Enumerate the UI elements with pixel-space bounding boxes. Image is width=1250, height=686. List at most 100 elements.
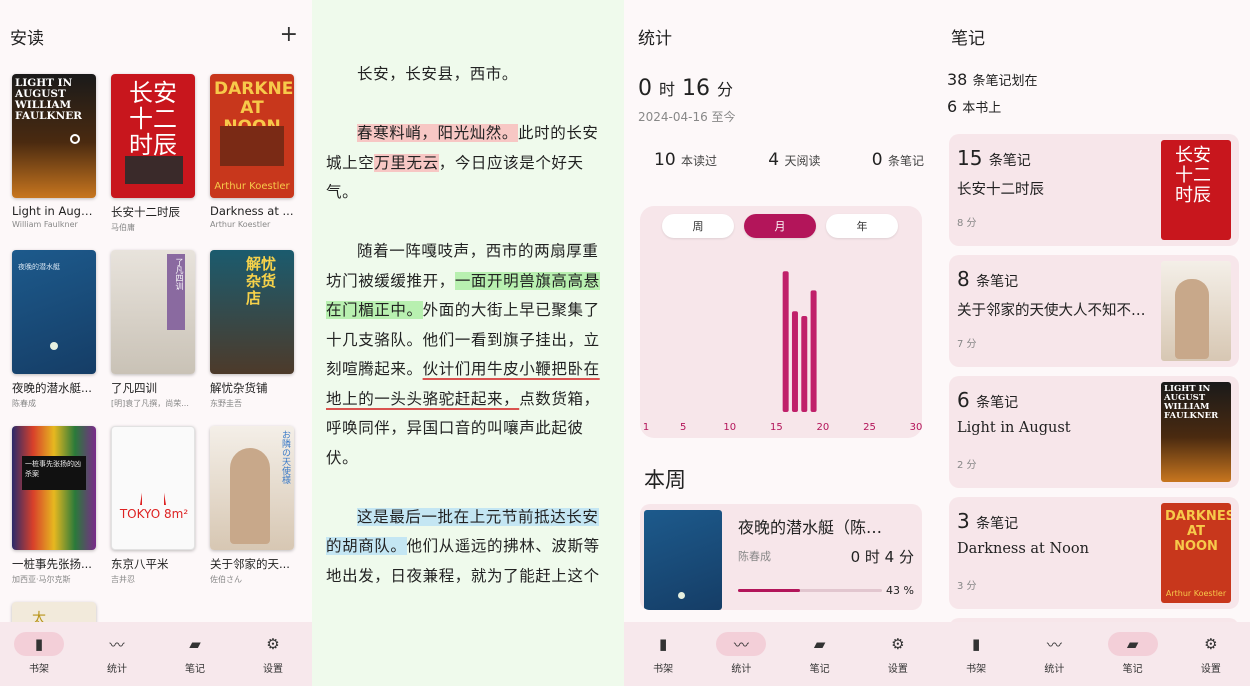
highlight-red[interactable]: 春寒料峭，阳光灿然。: [357, 124, 519, 142]
note-icon: ▰: [1107, 632, 1158, 656]
book-title: 解忧杂货铺: [210, 381, 268, 395]
week-book-card[interactable]: 夜晚的潜水艇（陈… 陈春成 0 时 4 分 43 %: [640, 504, 922, 610]
x-tick-label: 5: [680, 422, 686, 433]
reading-days-stat: 4 天阅读: [768, 150, 821, 170]
nav-settings[interactable]: ⚙ 设置: [243, 632, 303, 675]
gear-icon: ⚙: [1204, 635, 1218, 653]
chart-bar: [810, 290, 817, 412]
notes-screen: 笔记 38 条笔记划在 6 本书上 15 条笔记 长安十二时辰 8 分 长安十二…: [937, 0, 1250, 686]
week-book-title: 夜晚的潜水艇（陈…: [738, 518, 883, 537]
book-title: Darkness at ...: [210, 204, 294, 218]
book-card[interactable]: お隣の天使様 关于邻家的天... 佐伯さん: [210, 426, 296, 585]
book-cover: お隣の天使様: [210, 426, 294, 550]
x-tick-label: 10: [723, 422, 736, 433]
paragraph: 长安，长安县，西市。: [357, 65, 519, 83]
x-tick-label: 15: [770, 422, 783, 433]
nav-stats[interactable]: 〰统计: [711, 632, 771, 675]
nav-stats[interactable]: 〰统计: [87, 632, 147, 676]
book-card[interactable]: LIGHT IN AUGUST WILLIAM FAULKNER Light i…: [12, 74, 98, 229]
highlight-red[interactable]: 万里无云: [374, 153, 439, 172]
chart-bar: [782, 271, 789, 412]
book-cover: LIGHT IN AUGUST WILLIAM FAULKNER: [1161, 382, 1231, 482]
note-book-card[interactable]: 3 条笔记 Darkness at Noon 3 分 DARKNESS AT N…: [949, 497, 1239, 609]
x-tick-label: 20: [817, 422, 830, 433]
note-icon: ▰: [813, 635, 826, 653]
book-author: William Faulkner: [12, 220, 78, 229]
book-card[interactable]: DARKNESS AT NOON Arthur Koestler Darknes…: [210, 74, 296, 229]
book-icon: ▮: [971, 635, 981, 653]
add-book-button[interactable]: +: [280, 22, 298, 47]
book-author: 马伯庸: [111, 223, 135, 232]
note-book-card[interactable]: 8 条笔记 关于邻家的天使大人不知不觉… 7 分: [949, 255, 1239, 367]
book-card[interactable]: 夜晚的潜水艇 夜晚的潜水艇... 陈春成: [12, 250, 98, 409]
paragraph: 这是最后一批在上元节前抵达长安的胡商队。他们从遥远的拂林、波斯等地出发，日夜兼程…: [326, 507, 600, 585]
book-author: Arthur Koestler: [210, 220, 271, 229]
chart-bar: [801, 316, 808, 412]
book-title: 了凡四训: [111, 381, 157, 395]
book-title: 东京八平米: [111, 557, 169, 571]
progress-label: 43 %: [886, 584, 914, 597]
this-week-heading: 本周: [644, 468, 686, 492]
book-card[interactable]: TOKYO 8m² 东京八平米 吉井忍: [111, 426, 197, 585]
nav-settings[interactable]: ⚙ 设置: [1181, 632, 1241, 675]
x-tick-label: 25: [863, 422, 876, 433]
book-title: 关于邻家的天...: [210, 557, 290, 571]
shelf-title: 安读: [10, 29, 44, 49]
progress-track: [738, 589, 882, 592]
notes-stat: 0 条笔记: [871, 150, 924, 170]
bookshelf-screen: 安读 + LIGHT IN AUGUST WILLIAM FAULKNER Li…: [0, 0, 312, 686]
book-author: 吉井忍: [111, 575, 135, 584]
note-book-card[interactable]: 15 条笔记 长安十二时辰 8 分 长安十二时辰: [949, 134, 1239, 246]
book-card[interactable]: 长安十二时辰 长安十二时辰 马伯庸: [111, 74, 197, 233]
book-cover: 解忧杂货店: [210, 250, 294, 374]
book-author: 东野圭吾: [210, 399, 242, 408]
paragraph: 春寒料峭，阳光灿然。此时的长安城上空万里无云，今日应该是个好天气。: [326, 124, 599, 201]
stats-screen: 统计 0 时 16 分 2024-04-16 至今 10 本读过 4 天阅读 0…: [624, 0, 937, 686]
gear-icon: ⚙: [266, 635, 280, 653]
trend-icon: 〰: [109, 635, 125, 654]
book-title: 夜晚的潜水艇...: [12, 381, 92, 395]
nav-shelf[interactable]: ▮ 书架: [946, 632, 1006, 675]
book-author: 陈春成: [12, 399, 36, 408]
monthly-bar-chart: 1 5 10 15 20 25 30: [643, 271, 922, 433]
reader-screen: 长安，长安县，西市。 春寒料峭，阳光灿然。此时的长安城上空万里无云，今日应该是个…: [312, 0, 624, 686]
book-cover: TOKYO 8m²: [111, 426, 195, 550]
notes-books-count: 6 本书上: [947, 97, 1002, 116]
book-title: 一桩事先张扬...: [12, 557, 92, 571]
summary-stats: 10 本读过 4 天阅读 0 条笔记: [654, 150, 924, 170]
nav-shelf[interactable]: ▮ 书架: [9, 632, 69, 675]
nav-settings[interactable]: ⚙ 设置: [868, 632, 928, 675]
book-cover: [1161, 261, 1231, 361]
nav-notes[interactable]: ▰ 笔记: [790, 632, 850, 675]
trend-icon: 〰: [716, 632, 767, 656]
book-icon: ▮: [14, 632, 64, 656]
note-book-card[interactable]: 6 条笔记 Light in August 2 分 LIGHT IN AUGUS…: [949, 376, 1239, 488]
book-author: 加西亚·马尔克斯: [12, 575, 71, 584]
nav-notes[interactable]: ▰ 笔记: [1103, 632, 1163, 675]
books-read-stat: 10 本读过: [654, 150, 718, 170]
book-cover: 长安十二时辰: [111, 74, 195, 198]
chart-bar: [791, 311, 798, 412]
book-card[interactable]: 解忧杂货店 解忧杂货铺 东野圭吾: [210, 250, 296, 409]
total-reading-time: 0 时 16 分: [638, 76, 734, 101]
paragraph: 随着一阵嘎吱声，西市的两扇厚重坊门被缓缓推开，一面开明兽旗高高悬在门楣正中。外面…: [326, 242, 600, 467]
progress-fill: [738, 589, 800, 592]
book-author: 佐伯さん: [210, 575, 242, 584]
notes-total: 38 条笔记划在: [947, 70, 1038, 89]
book-card[interactable]: 了凡四训 了凡四训 [明]袁了凡撰，尚荣...: [111, 250, 197, 409]
nav-notes[interactable]: ▰ 笔记: [165, 632, 225, 675]
book-cover: DARKNESS AT NOONArthur Koestler: [1161, 503, 1231, 603]
reader-text[interactable]: 长安，长安县，西市。 春寒料峭，阳光灿然。此时的长安城上空万里无云，今日应该是个…: [326, 60, 612, 621]
bottom-nav: ▮ 书架 〰统计 ▰ 笔记 ⚙ 设置: [0, 622, 312, 686]
book-cover: DARKNESS AT NOON Arthur Koestler: [210, 74, 294, 198]
book-cover: 长安十二时辰: [1161, 140, 1231, 240]
gear-icon: ⚙: [891, 635, 905, 653]
trend-icon: 〰: [1046, 635, 1062, 654]
stats-title: 统计: [638, 29, 672, 49]
book-title: 长安十二时辰: [111, 205, 180, 219]
nav-shelf[interactable]: ▮ 书架: [633, 632, 693, 675]
nav-stats[interactable]: 〰统计: [1024, 632, 1084, 676]
notes-title: 笔记: [951, 29, 985, 49]
book-title: Light in August: [12, 204, 98, 218]
book-card[interactable]: 一桩事先张扬的凶杀案 一桩事先张扬... 加西亚·马尔克斯: [12, 426, 98, 585]
